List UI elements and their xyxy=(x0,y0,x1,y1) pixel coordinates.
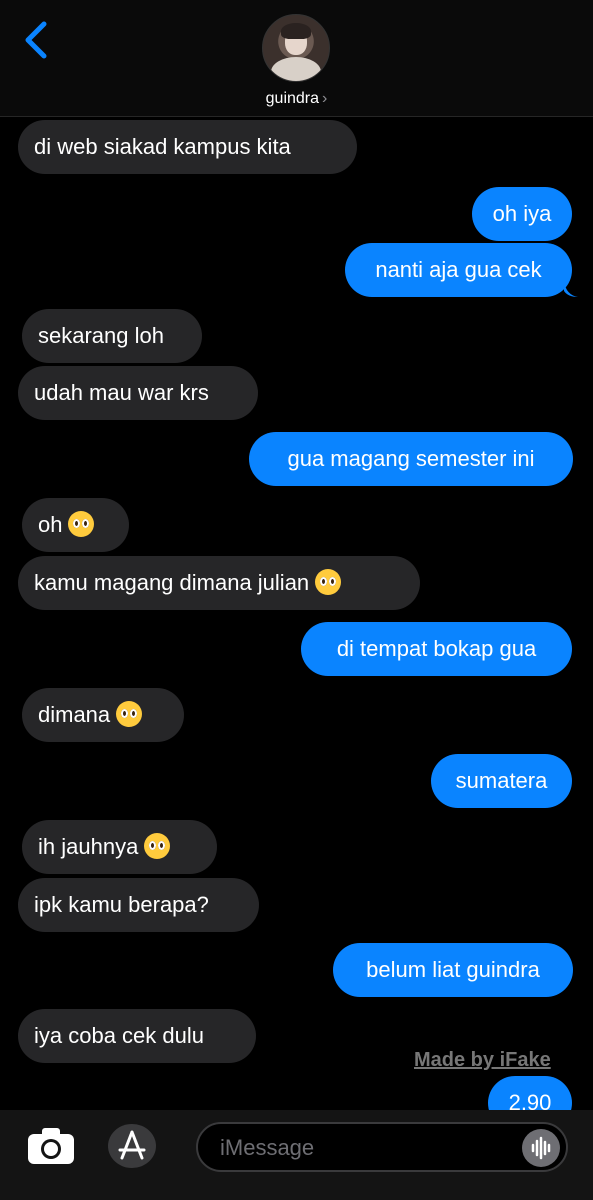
message-bubble-outgoing[interactable]: oh iya xyxy=(472,187,572,241)
conversation-header: guindra › xyxy=(0,0,593,117)
audio-record-button[interactable] xyxy=(522,1129,560,1167)
message-bubble-outgoing[interactable]: di tempat bokap gua xyxy=(301,622,572,676)
message-bubble-incoming[interactable]: di web siakad kampus kita xyxy=(18,120,357,174)
message-text: udah mau war krs xyxy=(34,380,209,405)
pleading-face-emoji xyxy=(144,833,171,859)
message-text: belum liat guindra xyxy=(366,957,540,982)
app-store-icon xyxy=(118,1130,146,1160)
avatar-body xyxy=(271,57,321,81)
chevron-right-icon: › xyxy=(322,90,328,107)
audio-waveform-icon xyxy=(531,1136,551,1160)
message-bubble-outgoing[interactable]: gua magang semester ini xyxy=(249,432,573,486)
watermark: Made by iFake xyxy=(414,1049,551,1071)
pleading-face-emoji xyxy=(116,701,143,727)
imessage-input[interactable] xyxy=(218,1133,512,1163)
message-bubble-incoming[interactable]: udah mau war krs xyxy=(18,366,258,420)
bubble-tail xyxy=(564,281,578,297)
message-bubble-outgoing[interactable]: belum liat guindra xyxy=(333,943,573,997)
message-text: oh xyxy=(38,512,63,537)
message-text: di tempat bokap gua xyxy=(336,636,537,661)
message-bubble-outgoing[interactable]: nanti aja gua cek xyxy=(345,243,578,297)
message-bubble-incoming[interactable]: sekarang loh xyxy=(22,309,202,363)
message-text: kamu magang dimana julian xyxy=(34,570,310,595)
pleading-face-emoji xyxy=(315,569,342,595)
contact-name: guindra xyxy=(265,90,320,107)
message-bubble-outgoing[interactable]: sumatera xyxy=(431,754,572,808)
message-bubble-incoming[interactable]: kamu magang dimana julian xyxy=(18,556,420,610)
message-text: gua magang semester ini xyxy=(287,446,535,471)
message-input-field[interactable] xyxy=(196,1122,568,1172)
message-text: iya coba cek dulu xyxy=(34,1023,204,1048)
message-text: dimana xyxy=(38,702,111,727)
message-text: sekarang loh xyxy=(38,323,164,348)
message-text: di web siakad kampus kita xyxy=(34,134,291,159)
message-bubble-incoming[interactable]: oh xyxy=(22,498,129,552)
message-text: ih jauhnya xyxy=(38,834,139,859)
message-bubble-incoming[interactable]: dimana xyxy=(22,688,184,742)
pleading-face-emoji xyxy=(68,511,95,537)
camera-icon[interactable] xyxy=(26,1126,76,1166)
message-text: oh iya xyxy=(492,201,552,226)
message-bubble-incoming[interactable]: ipk kamu berapa? xyxy=(18,878,259,932)
message-bubble-incoming[interactable]: iya coba cek dulu xyxy=(18,1009,256,1063)
contact-name-button[interactable]: guindra › xyxy=(0,90,593,108)
contact-avatar[interactable] xyxy=(262,14,330,82)
app-store-button[interactable] xyxy=(108,1124,156,1168)
message-bubble-incoming[interactable]: ih jauhnya xyxy=(22,820,217,874)
avatar-hair xyxy=(281,23,311,39)
back-chevron-icon[interactable] xyxy=(22,20,52,60)
message-text: ipk kamu berapa? xyxy=(34,892,209,917)
message-text: nanti aja gua cek xyxy=(375,257,542,282)
message-text: sumatera xyxy=(455,768,548,793)
